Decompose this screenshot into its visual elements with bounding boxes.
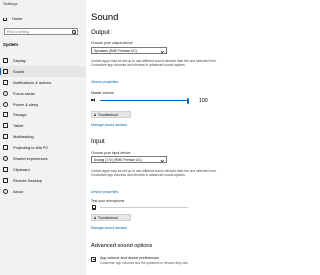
- sidebar-item-label: Sound: [13, 68, 25, 74]
- window-title: Settings: [3, 1, 18, 6]
- troubleshoot-label: Troubleshoot: [98, 215, 118, 220]
- warning-icon: [94, 216, 96, 219]
- test-microphone-label: Test your microphone: [91, 199, 125, 203]
- search-input[interactable]: Find a setting: [4, 28, 78, 35]
- microphone-level-bar: [100, 207, 188, 208]
- sidebar-item-label: Projecting to this PC: [13, 145, 49, 151]
- output-device-dropdown[interactable]: Speakers (RME Fireface UC): [91, 47, 167, 54]
- sidebar-item-home[interactable]: Home: [3, 14, 22, 22]
- advanced-item-description: Customize app volumes and the speakers o…: [100, 260, 189, 265]
- search-icon[interactable]: [71, 30, 76, 34]
- output-description: Certain apps may be set up to use differ…: [91, 59, 217, 68]
- sidebar-item-projecting[interactable]: Projecting to this PC: [0, 142, 86, 153]
- troubleshoot-label: Troubleshoot: [98, 112, 118, 117]
- sidebar-item-label: Focus assist: [13, 90, 35, 96]
- input-troubleshoot-button[interactable]: Troubleshoot: [91, 214, 131, 221]
- home-icon: [3, 17, 7, 21]
- sidebar-item-tablet[interactable]: Tablet: [0, 120, 86, 131]
- page-title: Sound: [91, 12, 119, 23]
- master-volume-slider[interactable]: [100, 100, 188, 102]
- output-device-value: Speakers (RME Fireface UC): [94, 49, 137, 54]
- sidebar-item-label: Power & sleep: [13, 101, 39, 107]
- shared-experiences-icon: [3, 155, 8, 161]
- app-volume-preferences-item[interactable]: App volume and device preferences Custom…: [91, 256, 189, 265]
- notifications-icon: [3, 79, 8, 85]
- advanced-item-title: App volume and device preferences: [100, 256, 159, 260]
- input-device-dropdown[interactable]: Analog (1+2) (RME Fireface UC): [91, 156, 167, 163]
- focus-assist-icon: [3, 90, 8, 96]
- sidebar: Settings Home Find a setting System Disp…: [0, 0, 86, 275]
- main-panel: Sound Output Choose your output device S…: [86, 0, 319, 275]
- display-icon: [3, 57, 8, 63]
- sidebar-item-label: Tablet: [13, 123, 24, 129]
- sidebar-item-storage[interactable]: Storage: [0, 109, 86, 120]
- sidebar-item-label: Clipboard: [13, 166, 30, 172]
- clipboard-icon: [3, 166, 8, 172]
- sidebar-item-label: Shared experiences: [13, 155, 48, 161]
- storage-icon: [3, 112, 8, 118]
- input-description: Certain apps may be set up to use differ…: [91, 169, 217, 178]
- sidebar-item-notifications[interactable]: Notifications & actions: [0, 77, 86, 88]
- input-device-label: Choose your input device: [91, 151, 131, 155]
- chevron-down-icon: [161, 49, 165, 53]
- output-manage-devices-link[interactable]: Manage sound devices: [91, 123, 127, 127]
- input-device-properties-link[interactable]: Device properties: [91, 190, 118, 194]
- master-volume-thumb[interactable]: [186, 97, 190, 104]
- home-label: Home: [12, 15, 23, 21]
- output-device-label: Choose your output device: [91, 41, 133, 45]
- output-device-properties-link[interactable]: Device properties: [91, 80, 118, 84]
- input-device-value: Analog (1+2) (RME Fireface UC): [94, 158, 142, 163]
- sidebar-item-display[interactable]: Display: [0, 55, 86, 66]
- sidebar-item-sound[interactable]: Sound: [0, 65, 86, 77]
- output-heading: Output: [91, 29, 110, 36]
- sidebar-item-multitasking[interactable]: Multitasking: [0, 131, 86, 142]
- sidebar-item-label: Remote Desktop: [13, 177, 42, 183]
- sidebar-item-label: Display: [13, 57, 26, 63]
- sidebar-item-clipboard[interactable]: Clipboard: [0, 164, 86, 175]
- input-manage-devices-link[interactable]: Manage sound devices: [91, 226, 127, 230]
- sound-icon: [3, 68, 8, 74]
- multitasking-icon: [3, 134, 8, 140]
- master-volume-label: Master volume: [91, 91, 114, 95]
- sidebar-item-power[interactable]: Power & sleep: [0, 99, 86, 110]
- advanced-heading: Advanced sound options: [91, 243, 153, 249]
- chevron-down-icon: [161, 158, 165, 162]
- master-volume-value: 100: [199, 98, 208, 104]
- sidebar-item-remote-desktop[interactable]: Remote Desktop: [0, 175, 86, 186]
- power-icon: [3, 101, 8, 107]
- warning-icon: [94, 113, 96, 116]
- sidebar-item-shared-experiences[interactable]: Shared experiences: [0, 153, 86, 164]
- microphone-icon: [91, 205, 96, 210]
- output-troubleshoot-button[interactable]: Troubleshoot: [91, 111, 131, 118]
- sidebar-item-label: Notifications & actions: [13, 79, 52, 85]
- remote-desktop-icon: [3, 177, 8, 183]
- search-placeholder: Find a setting: [7, 30, 29, 34]
- tablet-icon: [3, 123, 8, 129]
- sidebar-item-focus-assist[interactable]: Focus assist: [0, 88, 86, 99]
- sidebar-item-label: About: [13, 188, 24, 194]
- speaker-icon[interactable]: [91, 98, 95, 102]
- sidebar-item-label: Storage: [13, 112, 27, 118]
- mixer-icon: [91, 256, 96, 263]
- sidebar-item-label: Multitasking: [13, 134, 34, 140]
- about-icon: [3, 188, 8, 194]
- projecting-icon: [3, 145, 8, 151]
- input-heading: Input: [91, 138, 105, 145]
- sidebar-nav: Display Sound Notifications & actions Fo…: [0, 55, 86, 197]
- section-title: System: [3, 42, 18, 47]
- sidebar-item-about[interactable]: About: [0, 186, 86, 197]
